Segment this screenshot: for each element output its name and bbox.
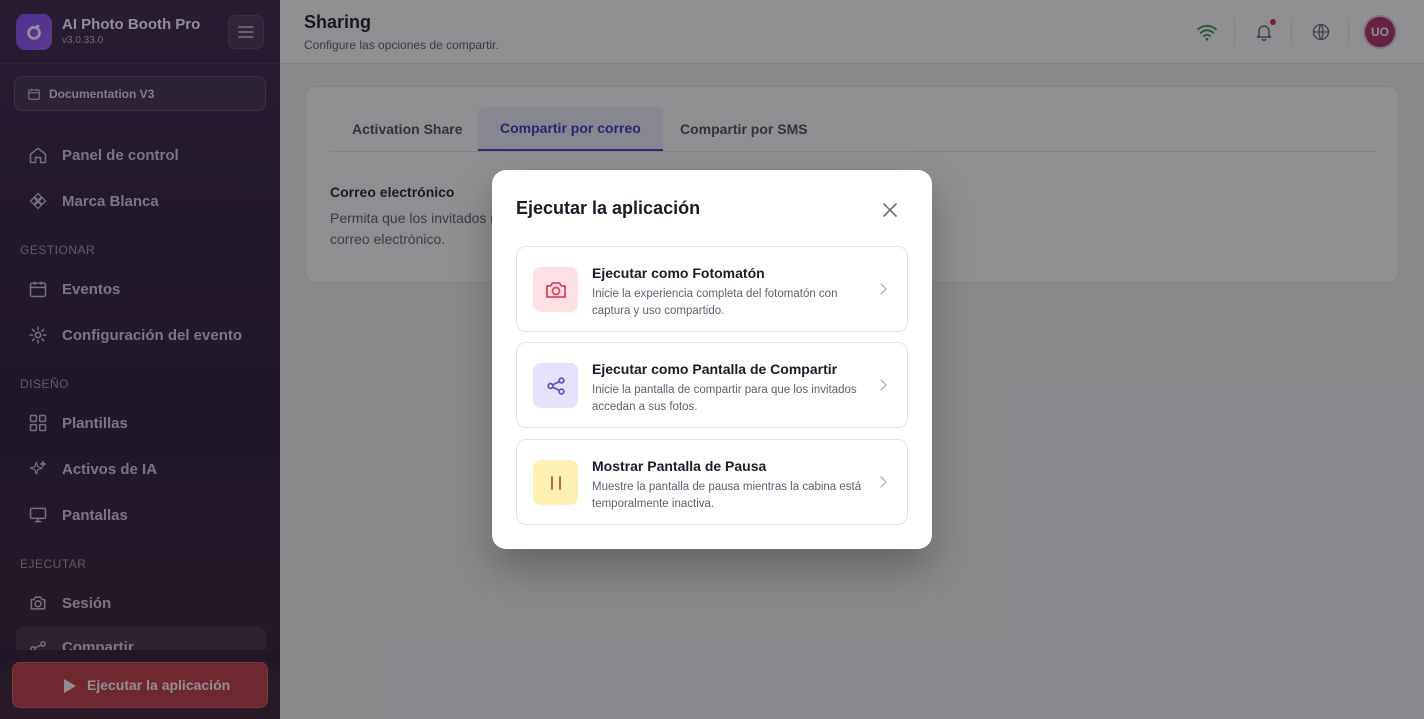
camera-icon — [545, 281, 566, 298]
option-run-share-screen[interactable]: Ejecutar como Pantalla de Compartir Inic… — [516, 342, 908, 428]
option-icon-wrap — [533, 363, 578, 408]
chevron-right-icon — [880, 379, 888, 391]
run-app-dialog: Ejecutar la aplicación Ejecutar como Fot… — [492, 170, 932, 549]
option-description: Inicie la pantalla de compartir para que… — [592, 384, 857, 413]
option-title: Ejecutar como Pantalla de Compartir — [592, 361, 838, 377]
chevron-right-icon — [880, 283, 888, 295]
option-description: Inicie la experiencia completa del fotom… — [592, 288, 838, 317]
option-show-pause-screen[interactable]: Mostrar Pantalla de Pausa Muestre la pan… — [516, 439, 908, 525]
option-title: Ejecutar como Fotomatón — [592, 265, 765, 281]
option-title: Mostrar Pantalla de Pausa — [592, 458, 767, 474]
option-icon-wrap — [533, 267, 578, 312]
chevron-right-icon — [880, 476, 888, 488]
option-run-photobooth[interactable]: Ejecutar como Fotomatón Inicie la experi… — [516, 246, 908, 332]
option-description: Muestre la pantalla de pausa mientras la… — [592, 481, 862, 510]
dialog-title: Ejecutar la aplicación — [516, 198, 701, 218]
pause-icon — [550, 475, 561, 490]
close-button[interactable] — [878, 198, 902, 222]
close-icon — [883, 203, 897, 217]
share-icon — [546, 376, 565, 395]
option-icon-wrap — [533, 460, 578, 505]
